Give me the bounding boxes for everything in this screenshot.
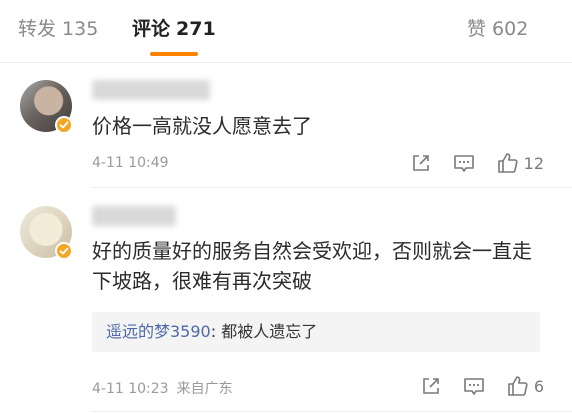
reply-username[interactable]: 遥远的梦3590 xyxy=(106,322,211,341)
tab-likes[interactable]: 赞 602 xyxy=(467,14,528,44)
comment-text: 价格一高就没人愿意去了 xyxy=(92,114,312,138)
like-button[interactable]: 12 xyxy=(496,151,544,175)
share-icon xyxy=(423,378,439,394)
tab-comments-count: 271 xyxy=(176,18,216,40)
verified-badge-icon xyxy=(55,242,73,260)
comment-time: 4-11 10:23 xyxy=(92,381,169,397)
like-count: 6 xyxy=(533,376,544,396)
share-button[interactable] xyxy=(420,375,442,397)
active-tab-indicator xyxy=(150,52,198,56)
tab-likes-label: 赞 xyxy=(467,18,487,40)
reply-preview[interactable]: 遥远的梦3590: 都被人遗忘了 xyxy=(92,312,540,352)
comment-meta: 4-11 10:49 xyxy=(92,155,169,171)
comment-tabs: 转发 135 评论 271 赞 602 xyxy=(0,0,572,62)
thumbs-up-icon xyxy=(508,376,528,396)
username-blurred[interactable] xyxy=(92,80,210,100)
share-icon xyxy=(412,155,429,171)
reply-button[interactable] xyxy=(462,375,486,397)
comment-actions: 12 xyxy=(390,151,544,175)
tab-comments[interactable]: 评论 271 xyxy=(132,14,216,44)
thumbs-up-icon xyxy=(497,153,518,173)
comment-divider xyxy=(92,411,572,412)
verified-badge-icon xyxy=(55,116,73,134)
reply-button[interactable] xyxy=(452,152,476,174)
tab-repost[interactable]: 转发 135 xyxy=(18,14,98,44)
reply-text-line: 遥远的梦3590: 都被人遗忘了 xyxy=(106,320,317,344)
comment-actions: 6 xyxy=(400,374,544,398)
like-count: 12 xyxy=(523,153,544,173)
comment-icon xyxy=(453,155,474,172)
tab-likes-count: 602 xyxy=(492,18,529,40)
tab-repost-label: 转发 xyxy=(18,18,57,40)
share-button[interactable] xyxy=(410,152,432,174)
tab-comments-label: 评论 xyxy=(132,18,171,40)
comment-location: 来自广东 xyxy=(176,381,233,397)
username-blurred[interactable] xyxy=(92,206,176,226)
reply-content: : 都被人遗忘了 xyxy=(210,322,318,341)
comment-time: 4-11 10:49 xyxy=(92,155,169,171)
comment-text: 好的质量好的服务自然会受欢迎，否则就会一直走下坡路，很难有再次突破 xyxy=(92,239,532,293)
comment-divider xyxy=(92,187,572,188)
tab-repost-count: 135 xyxy=(62,18,99,40)
like-button[interactable]: 6 xyxy=(506,374,544,398)
header-divider xyxy=(0,62,572,63)
comment-icon xyxy=(464,378,484,395)
comment-meta: 4-11 10:23 来自广东 xyxy=(92,378,233,398)
